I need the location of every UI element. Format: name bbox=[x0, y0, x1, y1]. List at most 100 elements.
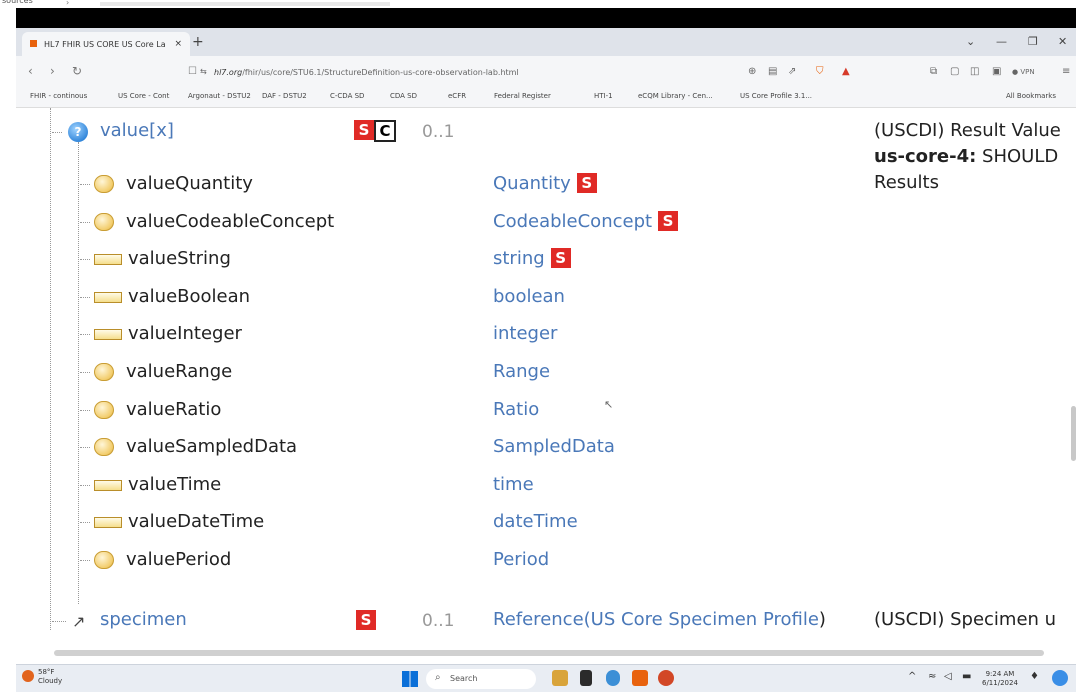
choice-name: valueRatio bbox=[126, 398, 222, 420]
bookmark-item[interactable]: eCQM Library - Cen... bbox=[638, 92, 713, 100]
weather-temp: 58°F bbox=[38, 668, 55, 676]
bookmark-item[interactable]: US Core Profile 3.1... bbox=[740, 92, 812, 100]
brave-rewards-icon[interactable]: ▲ bbox=[842, 66, 850, 77]
must-support-badge[interactable]: S bbox=[354, 120, 374, 140]
bookmark-item[interactable]: FHIR - continous bbox=[30, 92, 87, 100]
app-icon[interactable] bbox=[606, 670, 620, 686]
bookmark-item[interactable]: HTI-1 bbox=[594, 92, 613, 100]
type-link[interactable]: integer bbox=[493, 323, 557, 344]
share-icon[interactable]: ⇗ bbox=[788, 66, 796, 77]
must-support-badge[interactable]: S bbox=[550, 248, 571, 269]
browser-window: HL7 FHIR US CORE US Core La × + ⌄ — ❐ ✕ … bbox=[16, 28, 1076, 692]
zoom-icon[interactable]: ⊕ bbox=[748, 66, 756, 77]
vpn-button[interactable]: ● VPN bbox=[1012, 68, 1035, 76]
battery-icon[interactable]: ▬ bbox=[962, 671, 971, 682]
reference-target-link[interactable]: US Core Specimen Profile bbox=[591, 609, 819, 630]
constraint-badge[interactable]: C bbox=[374, 120, 396, 142]
type-link[interactable]: Period bbox=[493, 549, 549, 570]
tree-branch bbox=[80, 409, 90, 411]
tray-chevron-icon[interactable]: ^ bbox=[908, 671, 916, 682]
choice-name: valueRange bbox=[126, 361, 233, 382]
search-placeholder: Search bbox=[450, 674, 478, 683]
windows-taskbar: 58°F Cloudy ⌕ Search ^ ≈ ◁ ▬ 9:24 AM 6/1… bbox=[16, 664, 1076, 692]
file-explorer-icon[interactable] bbox=[552, 670, 568, 686]
taskbar-search[interactable]: ⌕ Search bbox=[426, 669, 536, 689]
start-button-icon[interactable] bbox=[402, 671, 418, 687]
tree-branch bbox=[80, 221, 90, 223]
element-row-specimen: ↗ specimen S 0..1 Reference(US Core Spec… bbox=[16, 606, 1062, 634]
constraint-text: SHOULD bbox=[976, 146, 1059, 167]
bookmark-item[interactable]: US Core - Cont bbox=[118, 92, 169, 100]
wifi-icon[interactable]: ≈ bbox=[928, 671, 936, 682]
tab-search-button[interactable]: ⌄ bbox=[966, 35, 975, 48]
sidebar-icon[interactable]: ◫ bbox=[970, 66, 979, 77]
bookmark-item[interactable]: C-CDA SD bbox=[330, 92, 364, 100]
new-tab-button[interactable]: + bbox=[192, 34, 204, 50]
all-bookmarks-folder[interactable]: All Bookmarks bbox=[1006, 92, 1056, 100]
minimize-button[interactable]: — bbox=[996, 35, 1007, 48]
type-link[interactable]: CodeableConcept bbox=[493, 211, 652, 232]
maximize-button[interactable]: ❐ bbox=[1028, 35, 1038, 48]
back-button[interactable]: ‹ bbox=[28, 64, 33, 78]
close-button[interactable]: ✕ bbox=[1058, 35, 1067, 48]
terminal-icon[interactable] bbox=[580, 670, 592, 686]
volume-icon[interactable]: ◁ bbox=[944, 671, 952, 682]
tree-branch bbox=[80, 522, 90, 524]
tab-close-icon[interactable]: × bbox=[174, 39, 182, 49]
reload-button[interactable]: ↻ bbox=[72, 64, 82, 78]
bookmark-item[interactable]: DAF - DSTU2 bbox=[262, 92, 307, 100]
forward-button[interactable]: › bbox=[50, 64, 55, 78]
choice-type: Range bbox=[493, 361, 550, 382]
type-link[interactable]: Quantity bbox=[493, 173, 571, 194]
complex-type-icon bbox=[94, 363, 114, 381]
type-reference: Reference(US Core Specimen Profile) bbox=[493, 609, 826, 630]
type-link[interactable]: SampledData bbox=[493, 436, 615, 457]
complex-type-icon bbox=[94, 400, 114, 419]
brave-shield-icon[interactable]: ⛉ bbox=[816, 66, 824, 77]
brave-browser-icon[interactable] bbox=[632, 670, 648, 686]
bookmark-item[interactable]: CDA SD bbox=[390, 92, 417, 100]
taskbar-clock[interactable]: 9:24 AM 6/11/2024 bbox=[982, 670, 1018, 688]
left-strip bbox=[0, 8, 16, 692]
type-link[interactable]: time bbox=[493, 474, 534, 495]
reader-icon[interactable]: ▤ bbox=[768, 66, 777, 77]
must-support-badge[interactable]: S bbox=[356, 610, 376, 630]
top-strip: sources › bbox=[0, 0, 1076, 8]
site-info-icon[interactable]: ⇆ bbox=[200, 67, 207, 76]
type-link[interactable]: boolean bbox=[493, 286, 565, 307]
clock-date: 6/11/2024 bbox=[982, 679, 1018, 687]
type-link[interactable]: Ratio bbox=[493, 399, 539, 420]
bookmark-item[interactable]: Federal Register bbox=[494, 92, 551, 100]
address-toolbar: ‹ › ↻ ☐ ⇆ hl7.org/fhir/us/core/STU6.1/St… bbox=[16, 56, 1076, 88]
horizontal-scrollbar[interactable] bbox=[54, 650, 1044, 656]
choice-type: Quantity S bbox=[493, 173, 597, 194]
bookmarks-bar: FHIR - continous US Core - Cont Argonaut… bbox=[16, 88, 1076, 108]
bookmark-item[interactable]: Argonaut - DSTU2 bbox=[188, 92, 251, 100]
must-support-badge[interactable]: S bbox=[658, 210, 679, 231]
element-name-link[interactable]: value[x] bbox=[100, 120, 174, 141]
weather-widget[interactable]: 58°F Cloudy bbox=[22, 668, 62, 686]
copilot-icon[interactable] bbox=[1052, 670, 1068, 686]
primitive-type-icon bbox=[94, 479, 122, 491]
choice-name: valueInteger bbox=[128, 323, 242, 345]
notification-icon[interactable]: ♦ bbox=[1030, 671, 1039, 682]
menu-icon[interactable]: ≡ bbox=[1062, 66, 1070, 77]
must-support-badge[interactable]: S bbox=[576, 173, 597, 193]
powerpoint-icon[interactable] bbox=[658, 670, 674, 686]
type-link[interactable]: Range bbox=[493, 361, 550, 382]
tree-branch bbox=[80, 484, 90, 486]
reference-prefix[interactable]: Reference( bbox=[493, 609, 591, 630]
type-link[interactable]: dateTime bbox=[493, 511, 578, 532]
bookmark-item[interactable]: eCFR bbox=[448, 92, 466, 100]
constraint-key: us-core-4: bbox=[874, 146, 977, 167]
type-link[interactable]: string bbox=[493, 248, 545, 269]
choice-name: valueTime bbox=[128, 473, 222, 495]
tree-branch bbox=[80, 560, 90, 561]
tab-active[interactable]: HL7 FHIR US CORE US Core La × bbox=[22, 32, 190, 56]
extension-icon[interactable]: ⧉ bbox=[930, 66, 937, 77]
vertical-scrollbar[interactable] bbox=[1071, 406, 1076, 461]
element-name-link[interactable]: specimen bbox=[100, 609, 187, 630]
wallet-icon[interactable]: ▢ bbox=[950, 66, 959, 77]
url-input[interactable]: ⇆ hl7.org/fhir/us/core/STU6.1/StructureD… bbox=[184, 61, 754, 83]
tabs-icon[interactable]: ▣ bbox=[992, 66, 1001, 77]
